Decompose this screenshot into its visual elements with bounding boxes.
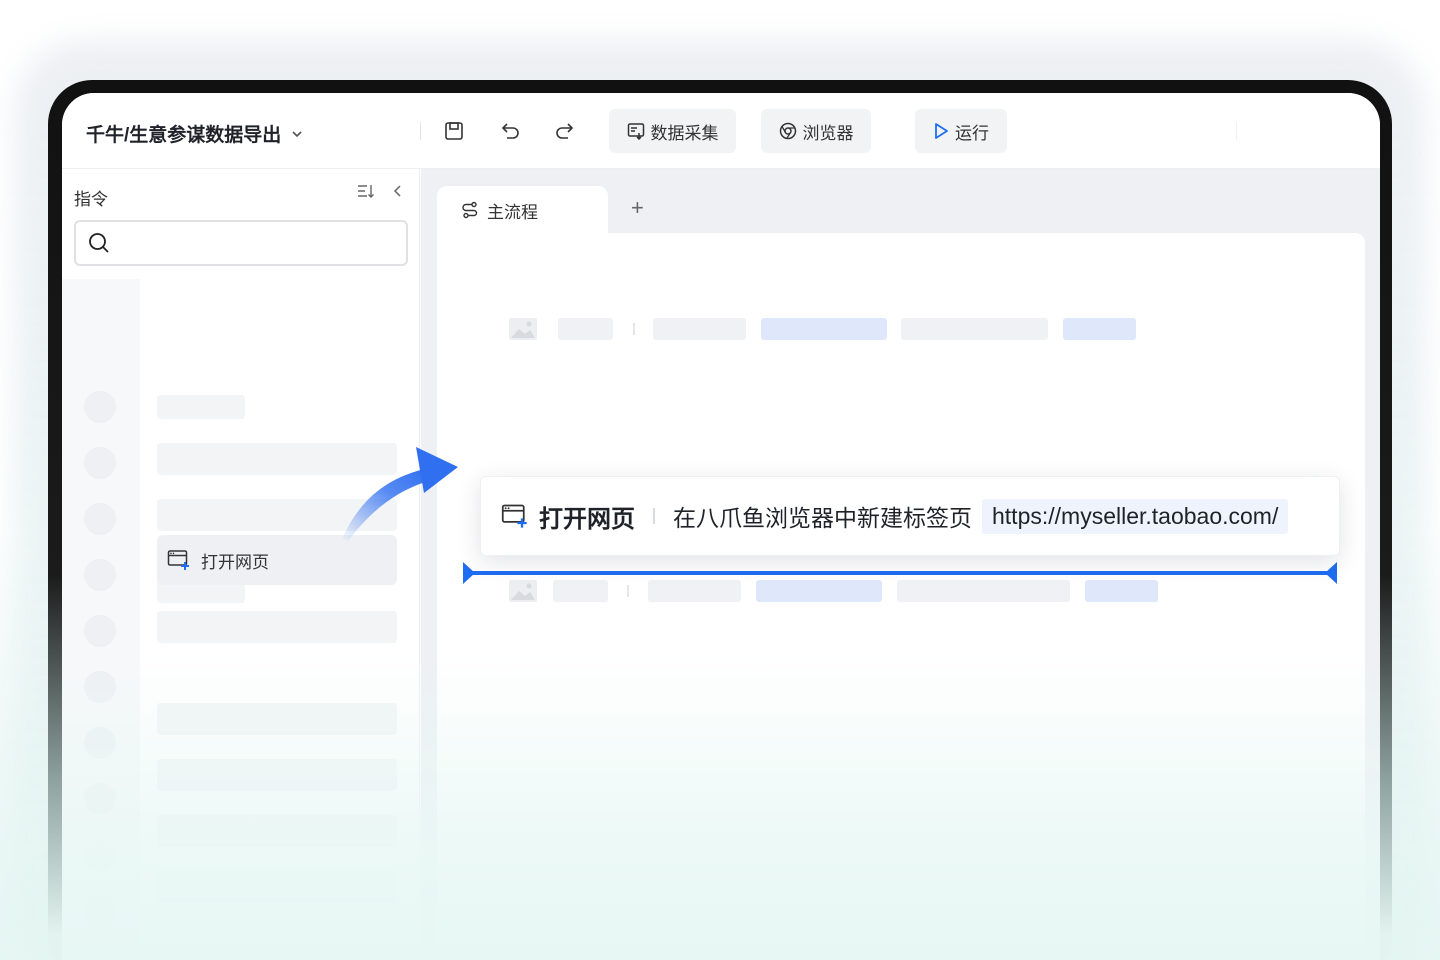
placeholder-bar [157,871,397,903]
step-placeholder-row [509,318,1209,340]
step-label: 打开网页 [539,505,635,533]
placeholder-bar [157,611,397,643]
redo-icon[interactable] [553,119,577,143]
command-panel: 指令 打开网页 [62,169,420,960]
image-icon [509,318,537,340]
step-card-open-webpage[interactable]: 打开网页 在八爪鱼浏览器中新建标签页 https://myseller.taob… [480,476,1340,556]
tab-main-flow[interactable]: 主流程 [437,186,608,234]
command-search-input[interactable] [74,220,408,266]
category-dot[interactable] [84,391,116,423]
category-dot[interactable] [84,727,116,759]
project-title: 千牛/生意参谋数据导出 [86,125,282,146]
step-description: 在八爪鱼浏览器中新建标签页 [673,505,972,531]
browser-label: 浏览器 [802,123,854,143]
run-label: 运行 [955,123,989,143]
app-window: 千牛/生意参谋数据导出 数据采集 浏览器 运行 指令 打开网页 主流程 + 打开… [62,93,1380,960]
step-url: https://myseller.taobao.com/ [982,498,1289,534]
category-dot[interactable] [84,503,116,535]
category-dot[interactable] [84,671,116,703]
placeholder-bar [157,759,397,791]
placeholder-bar [157,703,397,735]
undo-icon[interactable] [498,119,522,143]
run-button[interactable]: 运行 [915,109,1007,153]
placeholder-bar [157,815,397,847]
add-tab-button[interactable]: + [631,195,644,221]
project-selector[interactable]: 千牛/生意参谋数据导出 [86,120,303,147]
step-placeholder-row [509,580,1209,602]
data-collect-icon [627,123,644,140]
panel-title: 指令 [74,190,108,209]
category-dot[interactable] [84,615,116,647]
browser-icon [779,122,796,140]
flow-icon [462,201,478,219]
sort-icon[interactable] [357,183,375,199]
image-icon [509,580,537,602]
open-webpage-icon [167,550,189,570]
category-dot[interactable] [84,447,116,479]
category-dot[interactable] [84,559,116,591]
category-dot[interactable] [84,783,116,815]
data-collect-button[interactable]: 数据采集 [609,109,736,153]
toolbar: 千牛/生意参谋数据导出 数据采集 浏览器 运行 [62,93,1380,169]
placeholder-bar [157,395,245,419]
play-icon [935,123,948,139]
save-icon[interactable] [442,119,466,143]
command-label: 打开网页 [201,552,269,572]
drop-indicator [463,562,1337,584]
browser-button[interactable]: 浏览器 [761,109,871,153]
collapse-icon[interactable] [393,183,403,199]
data-collect-label: 数据采集 [650,123,719,143]
flow-editor: 主流程 + [421,169,1380,960]
category-dot[interactable] [84,895,116,927]
open-webpage-icon [501,504,527,528]
command-item-open-webpage[interactable]: 打开网页 [157,535,397,585]
tab-label: 主流程 [487,202,538,222]
category-dot[interactable] [84,839,116,871]
drag-arrow-icon [342,447,458,541]
search-icon [89,233,109,253]
chevron-down-icon [292,130,302,137]
